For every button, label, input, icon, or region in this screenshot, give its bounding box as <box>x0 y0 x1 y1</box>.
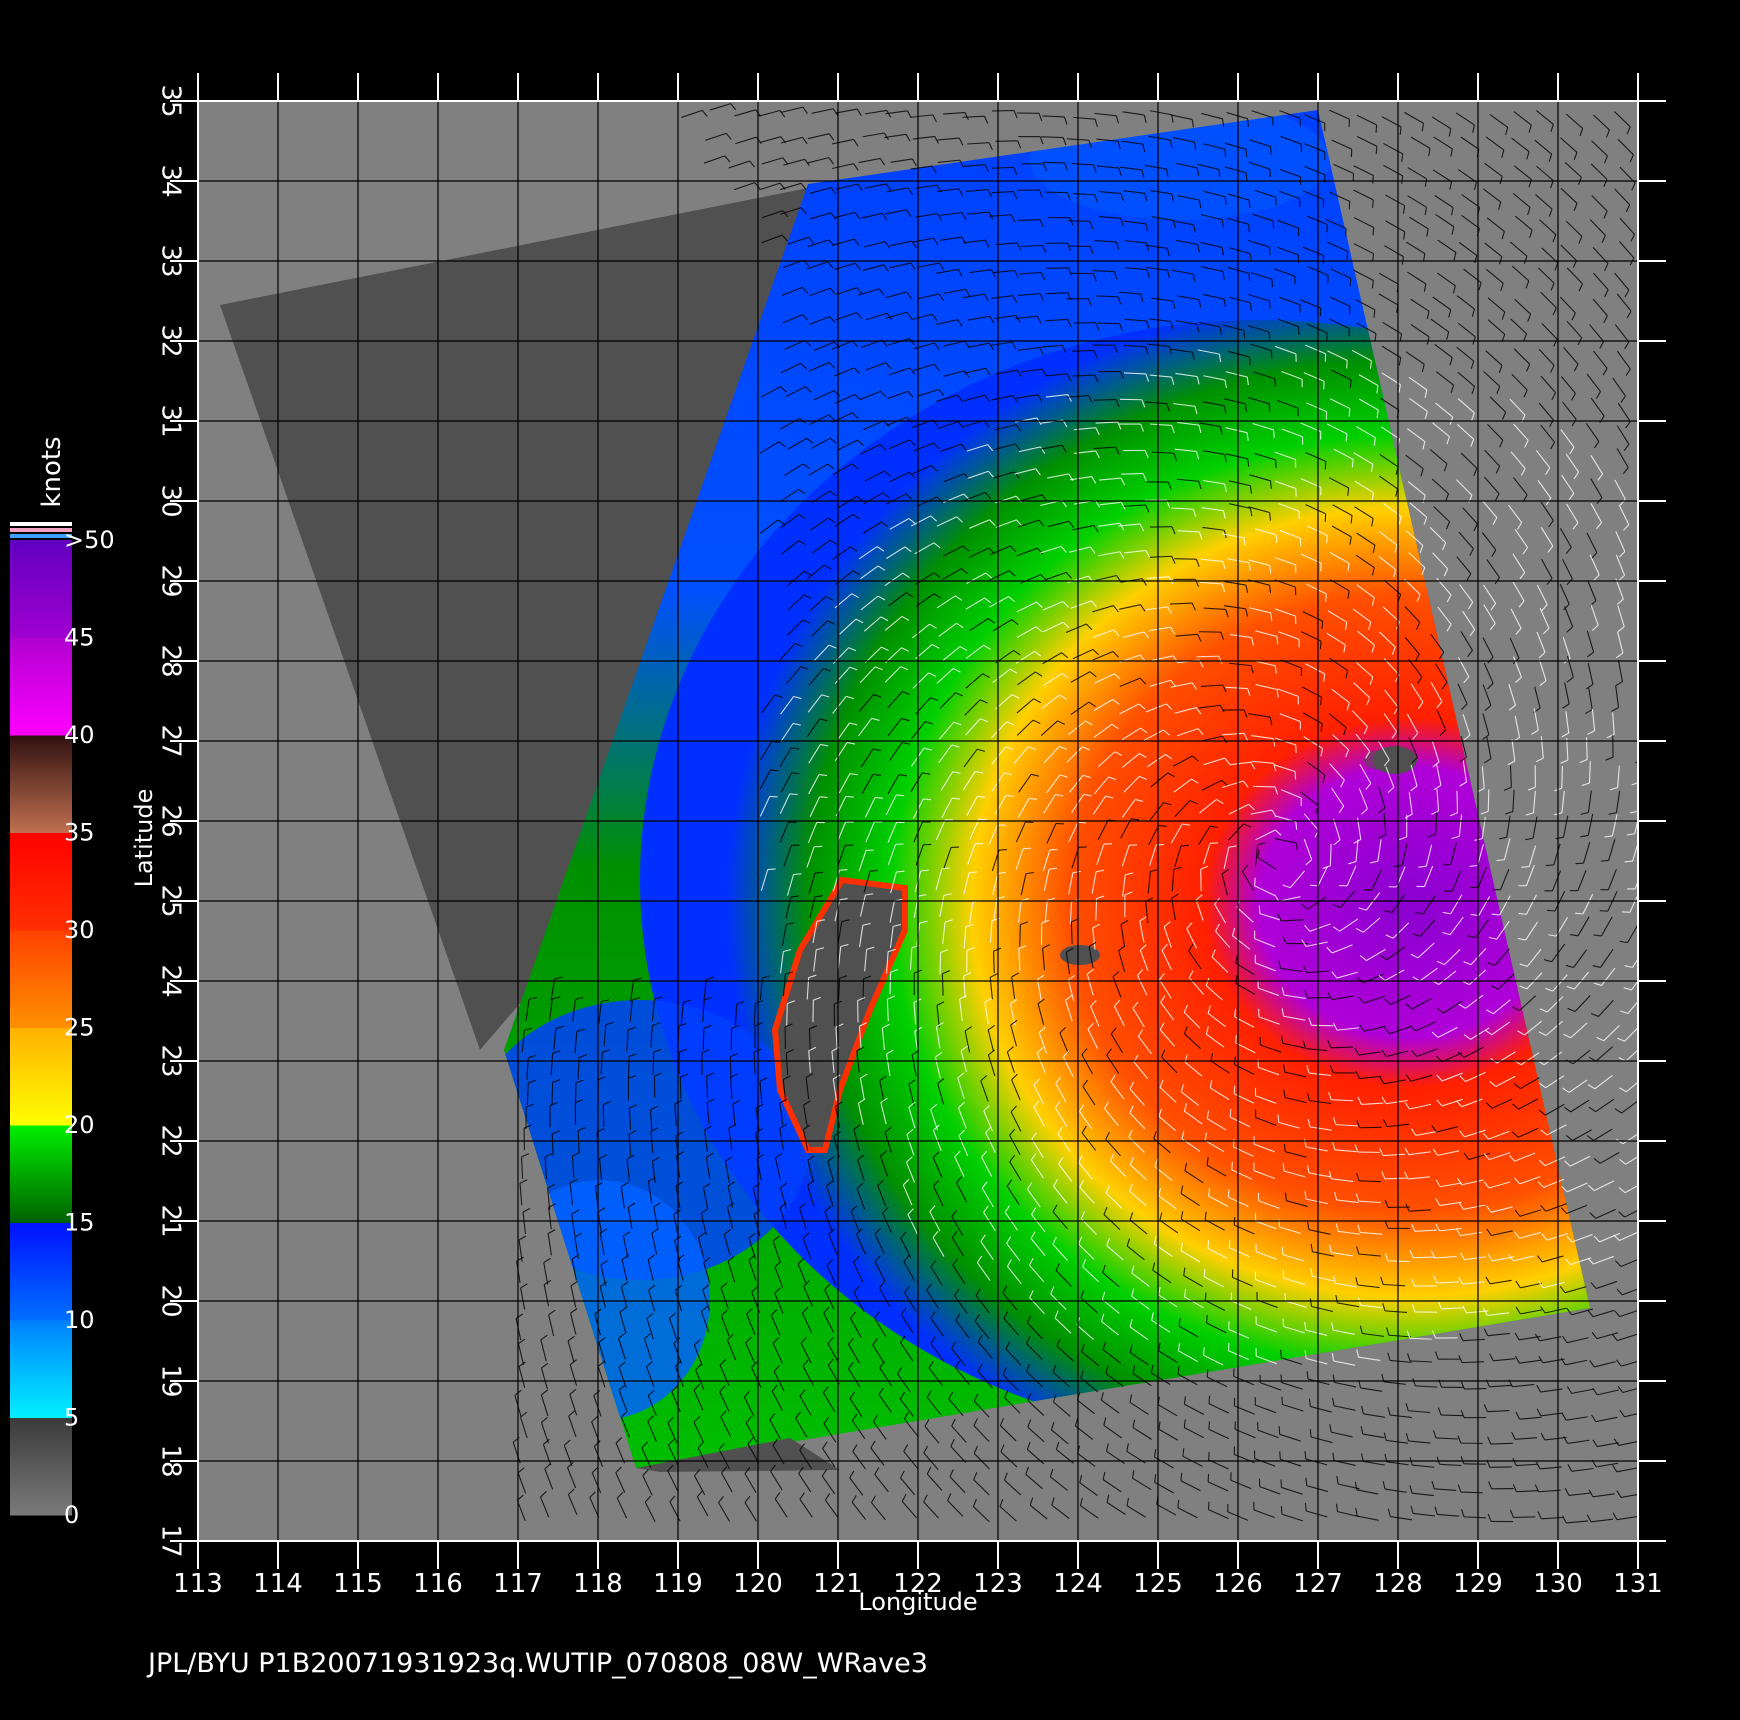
colorbar-segment <box>10 832 72 931</box>
wind-barb <box>1645 451 1655 476</box>
wind-barb <box>1639 711 1646 736</box>
lon-tick-label: 128 <box>1373 1569 1423 1599</box>
lon-tick-label: 113 <box>173 1569 223 1599</box>
wind-barb <box>1640 111 1655 134</box>
wind-barb <box>1645 196 1659 220</box>
wind-barb <box>1643 164 1658 187</box>
colorbar-label: >50 <box>64 526 115 554</box>
wind-speed-map: 113 114 115 116 117 118 119 120 121 122 123 124 125 1… <box>10 73 1666 1679</box>
colorbar-label: 40 <box>64 721 95 749</box>
lon-tick-label: 120 <box>733 1569 783 1599</box>
lon-tick-label: 126 <box>1213 1569 1263 1599</box>
lat-tick-label: 30 <box>156 484 186 517</box>
wind-barb <box>1643 506 1652 532</box>
colorbar-label: 30 <box>64 916 95 944</box>
wind-barb <box>1642 605 1648 631</box>
lat-tick-label: 26 <box>156 804 186 837</box>
lon-tick-label: 116 <box>413 1569 463 1599</box>
colorbar-segment <box>10 1320 72 1418</box>
lon-tick-label: 115 <box>333 1569 383 1599</box>
lat-tick-label: 34 <box>156 164 186 197</box>
wind-barb <box>1643 637 1650 663</box>
colorbar-label: 35 <box>64 819 95 847</box>
colorbar-overflow-stripe <box>10 528 72 532</box>
lon-tick-label: 123 <box>973 1569 1023 1599</box>
wind-barb <box>1644 266 1658 290</box>
lat-tick-label: 21 <box>156 1204 186 1237</box>
lat-tick-label: 28 <box>156 644 186 677</box>
colorbar-label: 0 <box>64 1501 79 1529</box>
colorbar-label: 45 <box>64 624 95 652</box>
y-axis-label: Latitude <box>130 789 158 888</box>
lon-tick-label: 124 <box>1053 1569 1103 1599</box>
colorbar-label: 10 <box>64 1306 95 1334</box>
lat-tick-label: 33 <box>156 244 186 277</box>
colorbar-segment <box>10 540 72 638</box>
lat-tick-label: 27 <box>156 724 186 757</box>
wind-barb <box>1641 296 1654 320</box>
wind-barb <box>1637 684 1638 686</box>
lon-tick-label: 119 <box>653 1569 703 1599</box>
lat-tick-label: 18 <box>156 1444 186 1477</box>
wind-barb <box>1639 560 1646 586</box>
x-axis-label: Longitude <box>858 1588 977 1616</box>
lon-tick-label: 114 <box>253 1569 303 1599</box>
lat-tick-label: 22 <box>156 1124 186 1157</box>
colorbar-label: 20 <box>64 1111 95 1139</box>
lat-tick-label: 17 <box>156 1524 186 1557</box>
colorbar-label: 25 <box>64 1014 95 1042</box>
wind-barb <box>1638 683 1645 709</box>
lat-tick-label: 31 <box>156 404 186 437</box>
wind-barb <box>1639 143 1654 166</box>
colorbar-segment <box>10 1125 72 1223</box>
wind-barb <box>1642 318 1655 343</box>
colorbar-label: 15 <box>64 1209 95 1237</box>
wind-barb <box>1644 423 1655 448</box>
lat-tick-label: 20 <box>156 1284 186 1317</box>
wind-barb <box>1641 374 1653 399</box>
footer-caption: JPL/BYU P1B20071931923q.WUTIP_070808_08W… <box>146 1648 928 1679</box>
colorbar-label: 5 <box>64 1404 79 1432</box>
colorbar-segment <box>10 1222 72 1321</box>
colorbar-segment <box>10 930 72 1028</box>
colorbar-title: knots <box>37 436 67 507</box>
wind-barb <box>1643 247 1657 271</box>
wind-barb <box>1641 219 1655 243</box>
lat-tick-label: 35 <box>156 84 186 117</box>
lat-tick-label: 24 <box>156 964 186 997</box>
lon-tick-label: 131 <box>1613 1569 1663 1599</box>
wind-barb <box>1643 403 1654 428</box>
colorbar-segment <box>10 1417 72 1516</box>
lon-tick-label: 129 <box>1453 1569 1503 1599</box>
wind-barb <box>1640 481 1650 507</box>
lon-tick-label: 117 <box>493 1569 543 1599</box>
lon-tick-label: 127 <box>1293 1569 1343 1599</box>
lon-tick-label: 118 <box>573 1569 623 1599</box>
lon-tick-label: 121 <box>813 1569 863 1599</box>
colorbar-overflow-stripe <box>10 522 72 526</box>
colorbar-segment <box>10 1027 72 1126</box>
lon-tick-label: 130 <box>1533 1569 1583 1599</box>
colorbar-segment <box>10 735 72 833</box>
wind-barb <box>1640 349 1653 374</box>
wind-barb <box>1639 533 1647 559</box>
lat-tick-label: 29 <box>156 564 186 597</box>
colorbar-overflow-stripe <box>10 534 72 538</box>
lat-tick-label: 32 <box>156 324 186 357</box>
colorbar-segment <box>10 637 72 736</box>
lat-tick-label: 19 <box>156 1364 186 1397</box>
colorbar: 0 5 10 15 20 25 30 35 40 45 >50 <box>10 522 115 1529</box>
lon-tick-label: 125 <box>1133 1569 1183 1599</box>
lat-tick-label: 25 <box>156 884 186 917</box>
wind-barb <box>1639 583 1646 609</box>
lat-tick-label: 23 <box>156 1044 186 1077</box>
